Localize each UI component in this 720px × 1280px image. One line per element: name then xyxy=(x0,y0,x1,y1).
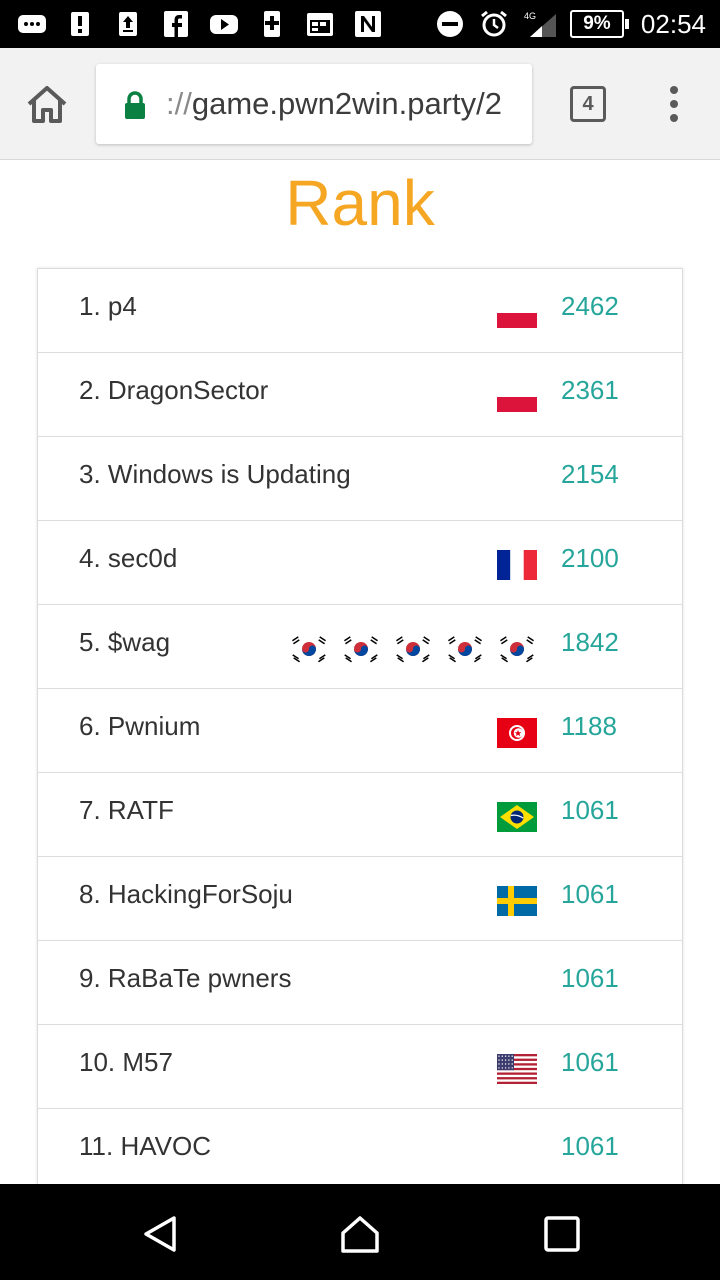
poland-flag-icon xyxy=(497,382,537,412)
tab-switcher-button[interactable]: 4 xyxy=(570,86,606,122)
team-score: 1061 xyxy=(561,795,619,825)
battery-icon: 9% xyxy=(569,10,629,38)
url-bar[interactable]: ://game.pwn2win.party/2 xyxy=(96,64,532,144)
rank-row[interactable]: 6. Pwnium 1188 xyxy=(38,689,682,773)
team-name: 10. M57 xyxy=(79,1047,173,1077)
rank-list: 1. p4 2462 2. DragonSector 2361 3. Windows i… xyxy=(37,268,683,1198)
south-korea-flag-icon xyxy=(445,634,485,664)
calendar-icon xyxy=(304,10,336,38)
home-icon[interactable] xyxy=(340,1214,380,1254)
home-icon[interactable] xyxy=(24,82,70,128)
team-score: 1188 xyxy=(561,711,617,741)
sweden-flag-icon xyxy=(497,886,537,916)
team-flags xyxy=(497,802,537,832)
team-flags xyxy=(497,718,537,748)
system-icons: 4G 9% 02:54 xyxy=(434,8,706,40)
team-score: 2100 xyxy=(561,543,619,573)
recents-icon[interactable] xyxy=(542,1214,582,1254)
rank-row[interactable]: 7. RATF 1061 xyxy=(38,773,682,857)
usa-flag-icon xyxy=(497,1054,537,1084)
network-type: 4G xyxy=(524,11,536,21)
team-score: 2154 xyxy=(561,459,619,489)
rank-row[interactable]: 3. Windows is Updating 2154 xyxy=(38,437,682,521)
team-name: 5. $wag xyxy=(79,627,171,657)
team-score: 1061 xyxy=(561,1131,619,1161)
france-flag-icon xyxy=(497,550,537,580)
team-name: 8. HackingForSoju xyxy=(79,879,293,909)
rank-row[interactable]: 9. RaBaTe pwners 1061 xyxy=(38,941,682,1025)
team-score: 1061 xyxy=(561,963,619,993)
upload-icon xyxy=(112,10,144,38)
rank-row[interactable]: 5. $wag 1842 xyxy=(38,605,682,689)
team-name: 2. DragonSector xyxy=(79,375,269,405)
south-korea-flag-icon xyxy=(289,634,329,664)
tab-count: 4 xyxy=(582,92,594,115)
team-name: 4. sec0d xyxy=(79,543,178,573)
team-score: 1061 xyxy=(561,879,619,909)
rank-row[interactable]: 2. DragonSector 2361 xyxy=(38,353,682,437)
rank-row[interactable]: 11. HAVOC 1061 xyxy=(38,1109,682,1193)
notification-icons xyxy=(16,8,384,40)
alarm-icon xyxy=(478,10,510,38)
url-text[interactable]: ://game.pwn2win.party/2 xyxy=(166,86,502,122)
south-korea-flag-icon xyxy=(393,634,433,664)
rank-row[interactable]: 10. M57 1061 xyxy=(38,1025,682,1109)
brazil-flag-icon xyxy=(497,802,537,832)
team-flags xyxy=(289,634,537,664)
lock-icon xyxy=(122,90,148,120)
team-name: 6. Pwnium xyxy=(79,711,201,741)
rank-row[interactable]: 8. HackingForSoju 1061 xyxy=(38,857,682,941)
alert-icon xyxy=(64,10,96,38)
team-flags xyxy=(497,550,537,580)
team-score: 2462 xyxy=(561,291,619,321)
poland-flag-icon xyxy=(497,298,537,328)
team-name: 7. RATF xyxy=(79,795,174,825)
battery-level: 9% xyxy=(569,10,624,38)
signal-icon: 4G xyxy=(522,10,558,38)
south-korea-flag-icon xyxy=(497,634,537,664)
team-name: 3. Windows is Updating xyxy=(79,459,351,489)
team-name: 11. HAVOC xyxy=(79,1131,211,1161)
page-title: Rank xyxy=(285,167,435,239)
south-korea-flag-icon xyxy=(341,634,381,664)
rank-row[interactable]: 1. p4 2462 xyxy=(38,269,682,353)
team-name: 1. p4 xyxy=(79,291,137,321)
tunisia-flag-icon xyxy=(497,718,537,748)
rank-row[interactable]: 4. sec0d 2100 xyxy=(38,521,682,605)
nfc-icon xyxy=(352,10,384,38)
team-flags xyxy=(497,886,537,916)
team-flags xyxy=(497,1054,537,1084)
team-name: 9. RaBaTe pwners xyxy=(79,963,292,993)
chat-icon xyxy=(16,10,48,38)
navigation-bar xyxy=(0,1184,720,1280)
team-flags xyxy=(497,382,537,412)
browser-toolbar: ://game.pwn2win.party/2 4 xyxy=(0,48,720,160)
status-bar: 4G 9% 02:54 xyxy=(0,0,720,48)
overflow-menu-icon[interactable] xyxy=(664,86,684,122)
youtube-icon xyxy=(208,10,240,38)
facebook-icon xyxy=(160,10,192,38)
team-score: 1061 xyxy=(561,1047,619,1077)
team-score: 2361 xyxy=(561,375,619,405)
download-icon xyxy=(256,10,288,38)
team-score: 1842 xyxy=(561,627,619,657)
team-flags xyxy=(497,298,537,328)
url-scheme: :// xyxy=(166,86,192,121)
url-host: game.pwn2win.party/2 xyxy=(191,86,503,121)
back-icon[interactable] xyxy=(140,1214,180,1254)
do-not-disturb-icon xyxy=(434,10,466,38)
clock: 02:54 xyxy=(640,8,706,39)
